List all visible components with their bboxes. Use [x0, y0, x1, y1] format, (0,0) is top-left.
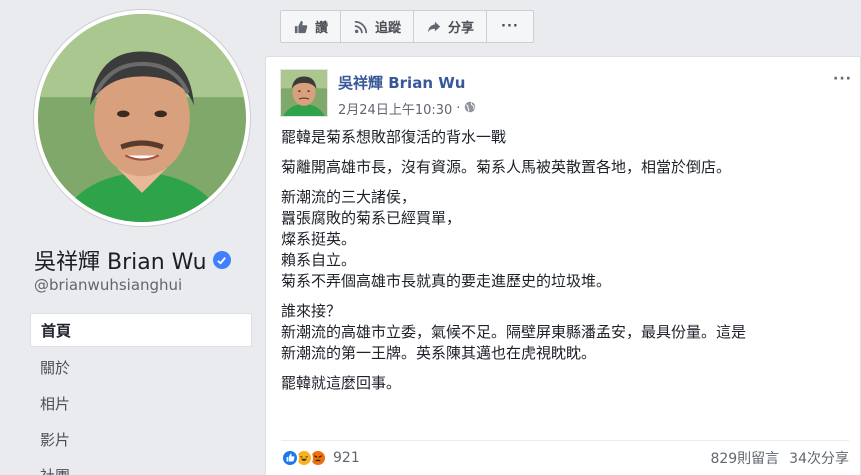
nav-item-videos[interactable]: 影片 — [30, 421, 252, 457]
rss-icon — [353, 19, 369, 35]
page-action-bar: 讚 追蹤 分享 ··· — [280, 10, 534, 43]
like-page-label: 讚 — [315, 21, 329, 36]
like-reaction-icon — [281, 448, 299, 467]
post-content: 罷韓是菊系想敗部復活的背水一戰 菊離開高雄市長，沒有資源。菊系人馬被英散置各地，… — [281, 127, 851, 403]
verified-badge-icon — [212, 251, 231, 269]
profile-photo-image — [38, 14, 246, 222]
reactions-summary[interactable]: 921 — [281, 448, 360, 467]
post-paragraph: 新潮流的三大諸侯， 囂張腐敗的菊系已經買單， 燦系挺英。 賴系自立。 菊系不弄個… — [281, 187, 851, 292]
share-arrow-icon — [426, 19, 442, 35]
profile-name[interactable]: 吳祥輝 Brian Wu — [34, 244, 207, 276]
post-text-line: 罷韓就這麼回事。 — [281, 374, 402, 392]
nav-item-home[interactable]: 首頁 — [30, 313, 252, 347]
post-time-row: 2月24日上午10:30 · — [338, 99, 476, 118]
profile-picture[interactable] — [34, 10, 250, 226]
post-paragraph: 菊離開高雄市長，沒有資源。菊系人馬被英散置各地，相當於倒店。 — [281, 157, 851, 178]
post-text-line: 新潮流的高雄市立委，氣候不足。隔壁屏東縣潘孟安，最具份量。這是 — [281, 323, 747, 341]
share-page-button[interactable]: 分享 — [414, 11, 488, 42]
more-dots-icon: ··· — [501, 19, 519, 34]
nav-item-groups[interactable]: 社團 — [30, 457, 252, 475]
post-paragraph: 誰來接？ 新潮流的高雄市立委，氣候不足。隔壁屏東縣潘孟安，最具份量。這是 新潮流… — [281, 301, 851, 364]
like-page-button[interactable]: 讚 — [281, 11, 342, 42]
post-paragraph: 罷韓就這麼回事。 — [281, 373, 851, 394]
separator-dot: · — [456, 101, 461, 116]
profile-nav: 首頁 關於 相片 影片 社團 — [30, 313, 252, 475]
post-footer: 921 829則留言 34次分享 — [281, 440, 849, 474]
profile-name-row: 吳祥輝 Brian Wu — [34, 244, 231, 276]
globe-icon — [464, 101, 476, 117]
post-text-line: 燦系挺英。 — [281, 230, 357, 248]
follow-button[interactable]: 追蹤 — [341, 11, 415, 42]
post-text-line: 菊離開高雄市長，沒有資源。菊系人馬被英散置各地，相當於倒店。 — [281, 158, 732, 176]
profile-sidebar: 吳祥輝 Brian Wu @brianwuhsianghui 首頁 關於 相片 … — [0, 0, 265, 475]
post-meta: 吳祥輝 Brian Wu 2月24日上午10:30 · — [338, 69, 476, 118]
author-avatar[interactable] — [280, 69, 328, 117]
engagement-counts: 829則留言 34次分享 — [700, 448, 849, 468]
post-text-line: 囂張腐敗的菊系已經買單， — [281, 209, 462, 227]
reactions-count: 921 — [333, 449, 360, 466]
nav-item-photos[interactable]: 相片 — [30, 385, 252, 421]
shares-count-link[interactable]: 34次分享 — [789, 448, 849, 468]
follow-label: 追蹤 — [375, 21, 402, 36]
profile-handle[interactable]: @brianwuhsianghui — [34, 276, 182, 294]
post-text-line: 新潮流的第一王牌。英系陳其邁也在虎視眈眈。 — [281, 344, 597, 362]
post-header: 吳祥輝 Brian Wu 2月24日上午10:30 · — [280, 69, 476, 118]
post-paragraph: 罷韓是菊系想敗部復活的背水一戰 — [281, 127, 851, 148]
post-text-line: 罷韓是菊系想敗部復活的背水一戰 — [281, 128, 507, 146]
author-avatar-image — [281, 70, 327, 116]
post-text-line: 菊系不弄個高雄市長就真的要走進歷史的垃圾堆。 — [281, 272, 612, 290]
post-timestamp[interactable]: 2月24日上午10:30 — [338, 99, 452, 118]
comments-count-link[interactable]: 829則留言 — [710, 448, 779, 468]
post-text-line: 賴系自立。 — [281, 251, 357, 269]
profile-photo — [38, 14, 246, 222]
post-card: 吳祥輝 Brian Wu 2月24日上午10:30 · ··· 罷韓是菊系想敗部… — [265, 56, 861, 475]
post-options-icon[interactable]: ··· — [833, 71, 852, 87]
more-options-button[interactable]: ··· — [487, 11, 533, 42]
post-author[interactable]: 吳祥輝 Brian Wu — [338, 72, 476, 93]
share-page-label: 分享 — [448, 21, 475, 36]
nav-item-about[interactable]: 關於 — [30, 349, 252, 385]
post-text-line: 新潮流的三大諸侯， — [281, 188, 417, 206]
post-text-line: 誰來接？ — [281, 302, 342, 320]
thumbs-up-icon — [293, 19, 309, 35]
